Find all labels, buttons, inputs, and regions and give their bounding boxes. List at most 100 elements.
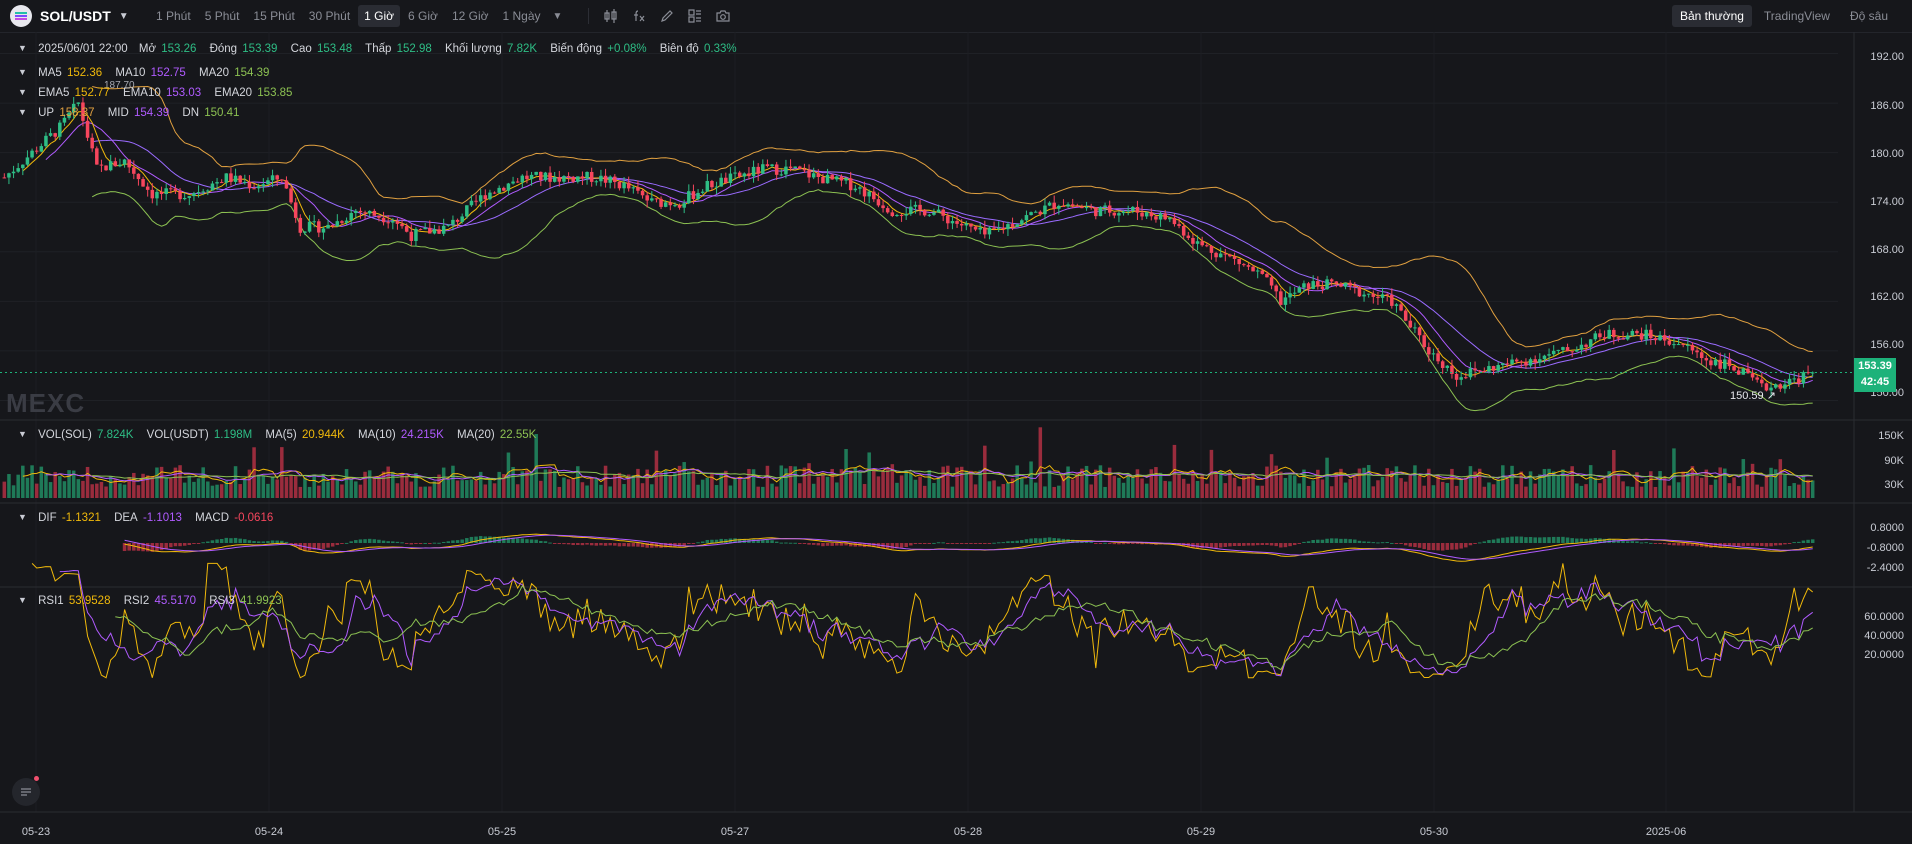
vol-sol-label: VOL(SOL) — [38, 429, 92, 441]
candle-body — [326, 224, 330, 229]
macd-bar — [904, 543, 908, 548]
volume-bar — [918, 476, 922, 498]
volume-bar — [178, 465, 182, 498]
volume-bar — [317, 485, 321, 498]
macd-bar — [1801, 540, 1806, 543]
interval-1h[interactable]: 1 Giờ — [358, 5, 401, 27]
volume-bar — [1089, 484, 1093, 498]
volume-bar — [1357, 468, 1362, 498]
macd-bar — [973, 543, 978, 544]
candle-body — [266, 180, 270, 185]
volume-bar — [1616, 473, 1621, 498]
volume-bar — [636, 468, 640, 498]
macd-bar — [1528, 536, 1533, 543]
view-standard[interactable]: Bản thường — [1671, 5, 1752, 27]
candle-body — [1644, 329, 1648, 340]
candle-body — [1787, 378, 1792, 385]
collapse-chevron-icon[interactable]: ▼ — [18, 429, 27, 439]
macd-bar — [529, 539, 534, 543]
interval-1d[interactable]: 1 Ngày — [497, 5, 547, 27]
macd-bar — [1403, 543, 1408, 546]
candle-body — [1528, 359, 1533, 366]
macd-bar — [404, 543, 409, 544]
macd-bar — [409, 543, 414, 545]
candle-body — [1584, 344, 1588, 347]
candle-body — [1709, 360, 1713, 366]
macd-legend: ▼ DIF -1.1321 DEA -1.1013 MACD -0.0616 — [18, 512, 283, 524]
volume-bar — [1029, 461, 1033, 498]
volume-bar — [1440, 481, 1445, 498]
volume-bar — [284, 476, 289, 498]
candlestick-type-icon[interactable] — [599, 6, 623, 26]
macd-axis-label: -2.4000 — [1866, 562, 1904, 574]
interval-30m[interactable]: 30 Phút — [303, 5, 356, 27]
candle-body — [539, 171, 543, 181]
chart-area[interactable]: 192.00 186.00 180.00 174.00 168.00 162.0… — [0, 32, 1912, 844]
divider — [588, 8, 590, 24]
candle-body — [525, 175, 529, 180]
time-axis-label: 05-24 — [254, 826, 284, 838]
layout-grid-icon[interactable] — [683, 6, 707, 26]
candle-body — [774, 164, 779, 175]
macd-bar — [159, 543, 164, 551]
candle-body — [44, 135, 48, 147]
vol-ma20-label: MA(20) — [456, 429, 495, 441]
candle-body — [1510, 359, 1514, 365]
collapse-chevron-icon[interactable]: ▼ — [18, 67, 27, 77]
macd-bar — [1098, 543, 1103, 544]
view-depth[interactable]: Độ sâu — [1842, 5, 1896, 27]
candle-body — [1760, 379, 1764, 384]
collapse-chevron-icon[interactable]: ▼ — [18, 87, 27, 97]
camera-icon[interactable] — [711, 6, 735, 26]
drawing-pen-icon[interactable] — [655, 6, 679, 26]
interval-6h[interactable]: 6 Giờ — [402, 5, 444, 27]
macd-bar — [243, 539, 247, 543]
interval-5m[interactable]: 5 Phút — [199, 5, 246, 27]
candle-body — [1732, 366, 1736, 371]
volume-bar — [589, 477, 594, 498]
candle-body — [1131, 206, 1135, 211]
macd-bar — [132, 543, 136, 551]
macd-bar — [1427, 543, 1431, 551]
collapse-chevron-icon[interactable]: ▼ — [18, 107, 27, 117]
macd-bar — [1001, 542, 1006, 544]
candle-body — [1727, 359, 1732, 367]
candle-body — [386, 222, 390, 224]
macd-bar — [992, 542, 996, 544]
candle-body — [95, 148, 99, 165]
collapse-chevron-icon[interactable]: ▼ — [18, 595, 27, 605]
volume-bar — [270, 477, 275, 498]
interval-1m[interactable]: 1 Phút — [150, 5, 197, 27]
macd-bar — [1353, 539, 1357, 543]
candle-body — [1279, 291, 1283, 305]
candle-body — [1066, 204, 1070, 207]
candle-body — [335, 221, 340, 227]
indicator-fx-icon[interactable] — [627, 6, 651, 26]
interval-more-chevron-icon[interactable]: ▼ — [553, 11, 563, 22]
interval-15m[interactable]: 15 Phút — [247, 5, 300, 27]
view-tradingview[interactable]: TradingView — [1756, 5, 1838, 27]
macd-bar — [400, 542, 404, 544]
macd-bar — [1477, 542, 1482, 544]
chart-settings-button[interactable] — [12, 778, 40, 806]
candle-body — [603, 175, 608, 183]
symbol-selector[interactable]: SOL/USDT ▼ — [0, 5, 150, 27]
macd-bar — [636, 543, 640, 547]
candle-body — [465, 205, 469, 217]
macd-bar — [418, 543, 423, 544]
candle-body — [770, 164, 774, 167]
candle-body — [696, 192, 700, 200]
volume-bar — [1528, 471, 1533, 498]
volume-bar — [219, 484, 224, 498]
macd-bar — [936, 542, 941, 544]
candle-body — [663, 202, 668, 207]
chevron-down-icon[interactable]: ▼ — [119, 11, 129, 22]
vol-ma10-label: MA(10) — [358, 429, 396, 441]
candle-body — [830, 174, 834, 180]
macd-bar — [946, 543, 950, 544]
collapse-chevron-icon[interactable]: ▼ — [18, 43, 27, 53]
volume-bar — [751, 469, 756, 498]
volume-bar — [700, 479, 705, 498]
interval-12h[interactable]: 12 Giờ — [446, 5, 495, 27]
collapse-chevron-icon[interactable]: ▼ — [18, 512, 27, 522]
